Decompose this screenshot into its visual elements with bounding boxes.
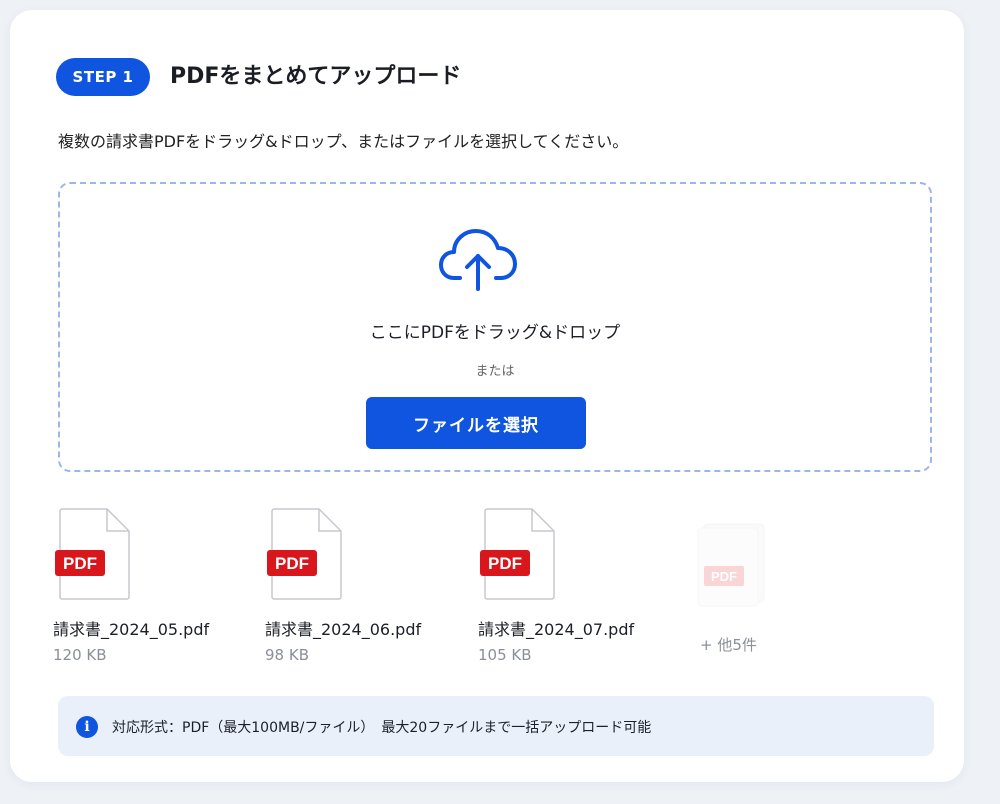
upload-card: STEP 1 PDFをまとめてアップロード 複数の請求書PDFをドラッグ&ドロッ… [10, 10, 964, 782]
dropzone-main-text: ここにPDFをドラッグ&ドロップ [369, 323, 621, 343]
file-size: 98 KB [265, 646, 309, 664]
more-files-label[interactable]: + 他5件 [700, 634, 757, 655]
file-name: 請求書_2024_07.pdf [478, 620, 635, 639]
pdf-file-stack-icon: PDF [697, 523, 765, 607]
pdf-badge-text: PDF [275, 554, 309, 573]
pdf-badge-text: PDF [711, 569, 737, 584]
info-bar: i 対応形式：PDF（最大100MB/ファイル） 最大20ファイルまで一括アップ… [58, 696, 934, 756]
file-name: 請求書_2024_06.pdf [265, 620, 422, 639]
step-title: PDFをまとめてアップロード [170, 64, 462, 89]
file-item[interactable]: PDF 請求書_2024_05.pdf 120 KB [53, 508, 243, 664]
file-item[interactable]: PDF 請求書_2024_06.pdf 98 KB [265, 508, 455, 664]
pdf-dropzone[interactable]: ここにPDFをドラッグ&ドロップ または ファイルを選択 [58, 182, 932, 472]
file-size: 105 KB [478, 646, 532, 664]
info-text: 対応形式：PDF（最大100MB/ファイル） 最大20ファイルまで一括アップロー… [112, 720, 652, 736]
file-size: 120 KB [53, 646, 107, 664]
pdf-file-icon: PDF [267, 508, 342, 600]
file-name: 請求書_2024_05.pdf [53, 620, 210, 639]
more-files-preview[interactable]: PDF [690, 520, 800, 614]
pdf-file-icon: PDF [55, 508, 130, 600]
dropzone-or-text: または [475, 364, 515, 379]
cloud-upload-icon [439, 229, 517, 291]
info-icon: i [76, 716, 98, 738]
pdf-file-icon: PDF [480, 508, 555, 600]
pdf-badge-text: PDF [488, 554, 522, 573]
file-item[interactable]: PDF 請求書_2024_07.pdf 105 KB [478, 508, 668, 664]
instruction-text: 複数の請求書PDFをドラッグ&ドロップ、またはファイルを選択してください。 [58, 132, 629, 151]
step-badge: STEP 1 [56, 58, 150, 96]
pdf-badge-text: PDF [63, 554, 97, 573]
select-file-button[interactable]: ファイルを選択 [366, 397, 586, 449]
